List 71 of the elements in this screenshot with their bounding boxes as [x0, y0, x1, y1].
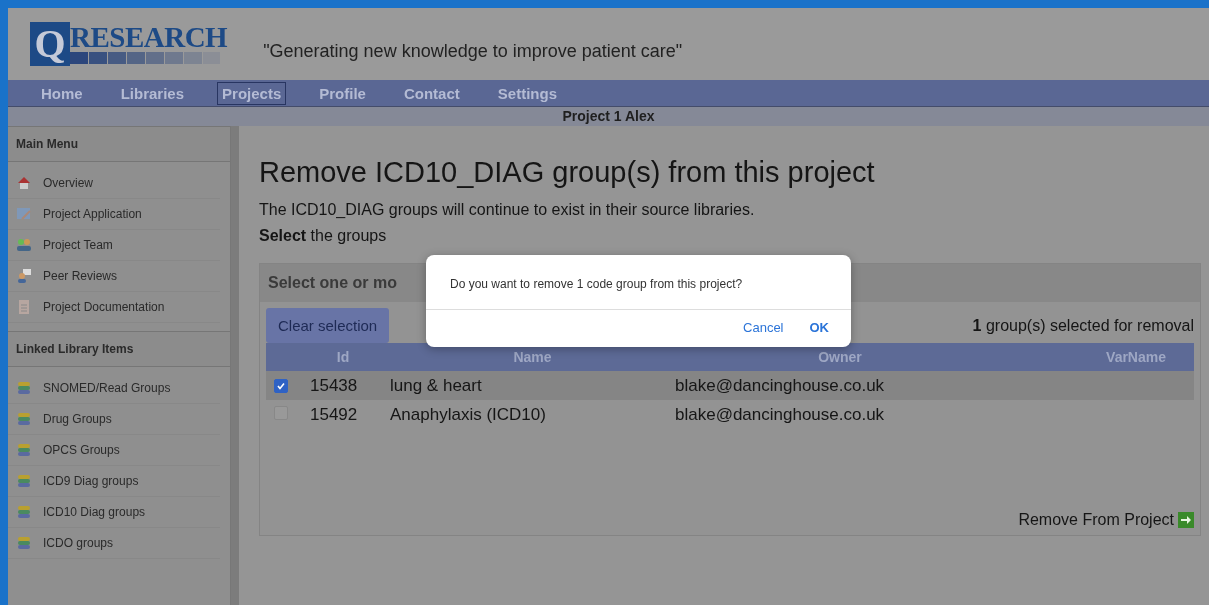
- dialog-button[interactable]: Cancel: [735, 316, 792, 339]
- books-icon: [17, 412, 31, 426]
- panel-title: Select one or mo: [268, 274, 397, 291]
- form-pencil-icon: [17, 207, 31, 221]
- sidebar-item-label: ICD10 Diag groups: [43, 505, 146, 519]
- person-speech-icon: [17, 269, 31, 283]
- books-icon: [17, 536, 31, 550]
- sidebar-item-label: OPCS Groups: [43, 443, 120, 457]
- people-icon: [17, 238, 31, 252]
- sidebar-item[interactable]: ICD10 Diag groups: [8, 497, 220, 528]
- column-header: Name: [390, 343, 675, 371]
- table-cell: blake@dancinghouse.co.uk: [675, 404, 885, 424]
- sidebar-item-label: SNOMED/Read Groups: [43, 381, 171, 395]
- page-title: Remove ICD10_DIAG group(s) from this project: [259, 156, 876, 189]
- clear-selection-button[interactable]: Clear selection: [266, 308, 390, 343]
- sidebar-item[interactable]: Peer Reviews: [8, 261, 220, 292]
- sidebar-item[interactable]: SNOMED/Read Groups: [8, 373, 220, 404]
- nav-link[interactable]: Contact: [398, 81, 465, 105]
- nav-link[interactable]: Libraries: [115, 81, 190, 105]
- sidebar-item[interactable]: Overview: [8, 168, 220, 199]
- logo-letter: Q: [30, 22, 70, 66]
- table-row[interactable]: 15492 Anaphylaxis (ICD10) blake@dancinghouse.co.uk: [266, 400, 1194, 429]
- table-cell: 15492: [310, 404, 358, 424]
- dialog-message: Do you want to remove 1 code group from this project?: [426, 255, 851, 310]
- table-row[interactable]: 15438 lung & heart blake@dancinghouse.co.uk: [266, 371, 1194, 400]
- sidebar-item[interactable]: Drug Groups: [8, 404, 220, 435]
- table-cell: lung & heart: [390, 375, 482, 395]
- row-checkbox[interactable]: [274, 378, 288, 393]
- table-cell: Anaphylaxis (ICD10): [390, 404, 546, 424]
- check-icon: [276, 380, 286, 391]
- sidebar-item-label: Peer Reviews: [43, 269, 118, 283]
- splitter-handle[interactable]: [231, 126, 239, 605]
- books-icon: [17, 381, 31, 395]
- nav-link[interactable]: Profile: [314, 81, 371, 105]
- sidebar-item[interactable]: OPCS Groups: [8, 435, 220, 466]
- column-header: VarName: [1005, 343, 1194, 371]
- house-icon: [17, 176, 31, 190]
- sidebar-item-label: ICD9 Diag groups: [43, 474, 139, 488]
- gradient-squares-icon: [70, 52, 220, 64]
- tagline: "Generating new knowledge to improve patient care": [263, 40, 683, 62]
- sidebar-item[interactable]: Project Documentation: [8, 292, 220, 323]
- project-title: Project 1 Alex: [562, 108, 655, 124]
- nav-link[interactable]: Settings: [492, 81, 562, 105]
- document-icon: [17, 300, 31, 314]
- nav-link[interactable]: Home: [36, 81, 88, 105]
- column-header: Id: [296, 343, 390, 371]
- sidebar-item-label: Overview: [43, 176, 93, 190]
- sidebar-item-label: Project Application: [43, 207, 142, 221]
- sidebar-item-label: Drug Groups: [43, 412, 112, 426]
- sidebar-item[interactable]: ICDO groups: [8, 528, 220, 559]
- dialog-button[interactable]: OK: [801, 316, 837, 339]
- books-icon: [17, 443, 31, 457]
- sidebar-item-label: ICDO groups: [43, 536, 114, 550]
- sidebar-heading: Linked Library Items: [8, 331, 230, 367]
- sidebar-item-label: Project Team: [43, 238, 113, 252]
- sidebar-heading: Main Menu: [8, 126, 230, 162]
- sidebar-item[interactable]: Project Application: [8, 199, 220, 230]
- instruction: Select the groups: [259, 227, 388, 245]
- selection-count: 1 group(s) selected for removal: [972, 316, 1194, 335]
- remove-from-project-link[interactable]: Remove From Project: [1018, 511, 1194, 529]
- sidebar-item-label: Project Documentation: [43, 300, 165, 314]
- description: The ICD10_DIAG groups will continue to exist in their source libraries.: [259, 201, 756, 219]
- sidebar-item[interactable]: Project Team: [8, 230, 220, 261]
- column-header: Owner: [675, 343, 1005, 371]
- logo-text: RESEARCH: [70, 22, 228, 52]
- table-cell: 15438: [310, 375, 358, 395]
- sidebar-item[interactable]: ICD9 Diag groups: [8, 466, 220, 497]
- table-cell: blake@dancinghouse.co.uk: [675, 375, 885, 395]
- nav-link[interactable]: Projects: [217, 81, 287, 105]
- books-icon: [17, 474, 31, 488]
- books-icon: [17, 505, 31, 519]
